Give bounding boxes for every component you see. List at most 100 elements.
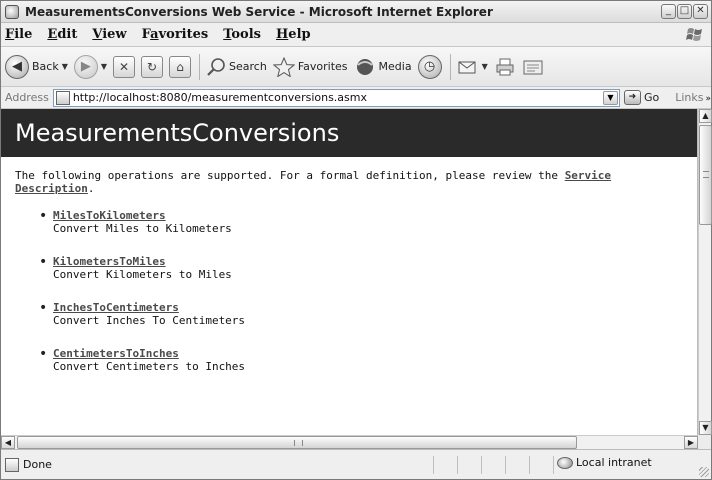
links-button[interactable]: Links» [675,91,711,104]
address-dropdown-button[interactable]: ▼ [602,90,618,105]
home-button[interactable]: ⌂ [169,55,192,78]
status-pane-divider [433,456,434,474]
search-button[interactable]: Search [206,57,267,77]
operation-link[interactable]: MilesToKilometers [53,209,697,222]
status-pane-divider [553,456,554,474]
media-button[interactable]: Media [354,57,412,77]
operation-link[interactable]: InchesToCentimeters [53,301,697,314]
menu-hotkey: H [276,27,289,42]
forward-button[interactable]: ▶ ▼ [73,54,107,79]
print-button[interactable] [494,57,516,77]
menu-bar: File Edit View Favorites Tools Help [1,23,711,47]
list-item: CentimetersToInches Convert Centimeters … [39,346,697,374]
status-pane-divider [481,456,482,474]
maximize-button[interactable]: □ [677,4,692,19]
stop-icon: ✕ [113,55,136,78]
menu-edit[interactable]: Edit [47,27,77,42]
history-button[interactable]: ◷ [417,54,442,79]
chevron-down-icon[interactable]: ▼ [62,62,68,71]
address-label: Address [5,91,49,104]
service-heading-bar: MeasurementsConversions [1,109,697,157]
back-button[interactable]: ◀ Back ▼ [5,54,68,79]
page-status-icon [5,457,19,472]
mail-button[interactable]: ▼ [457,57,488,77]
status-pane-divider [457,456,458,474]
scroll-left-button[interactable]: ◀ [1,436,15,449]
grip-icon [294,440,303,446]
menu-hotkey: a [150,27,159,42]
operations-list: MilesToKilometers Convert Miles to Kilom… [39,208,697,374]
operation-description: Convert Inches To Centimeters [53,314,246,327]
resize-grip-icon[interactable] [699,467,709,477]
operation-description: Convert Centimeters to Inches [53,360,246,373]
search-label: Search [229,60,267,73]
favorites-label: Favorites [297,60,348,73]
toolbar-separator [199,53,201,80]
window-controls: _ □ ✕ [661,4,708,19]
intro-text: The following operations are supported. … [15,169,565,182]
home-icon: ⌂ [169,55,192,78]
vertical-scroll-thumb[interactable] [699,125,712,225]
status-pane-divider [505,456,506,474]
intro-end: . [87,182,95,195]
scroll-right-button[interactable]: ▶ [684,436,698,449]
menu-label: elp [288,27,311,42]
menu-favorites[interactable]: Favorites [142,27,209,42]
menu-file[interactable]: File [5,27,32,42]
window-title: MeasurementsConversions Web Service - Mi… [25,4,493,19]
refresh-button[interactable]: ↻ [141,55,164,78]
close-button[interactable]: ✕ [693,4,708,19]
chevron-down-icon[interactable]: ▼ [101,62,107,71]
operation-description: Convert Miles to Kilometers [53,222,232,235]
menu-label: ile [14,27,33,42]
menu-tools[interactable]: Tools [223,27,261,42]
links-more-icon: » [705,94,711,104]
print-icon [496,58,514,75]
minimize-button[interactable]: _ [661,4,676,19]
windows-flag-icon [686,28,702,41]
scroll-down-button[interactable]: ▼ [699,421,712,435]
intro-paragraph: The following operations are supported. … [15,169,683,195]
operation-link[interactable]: CentimetersToInches [53,347,697,360]
page-icon [55,90,70,105]
intranet-zone-icon [557,456,573,469]
menu-view[interactable]: View [92,27,126,42]
security-zone: Local intranet [557,456,652,469]
address-url[interactable]: http://localhost:8080/measurementconvers… [73,91,367,104]
favorites-star-icon [272,56,295,77]
horizontal-scrollbar[interactable]: ◀ ▶ [1,435,698,449]
favorites-button[interactable]: Favorites [272,56,348,77]
scroll-up-button[interactable]: ▲ [699,109,712,123]
toolbar-separator [449,53,451,80]
stop-button[interactable]: ✕ [113,55,136,78]
search-icon [207,57,225,76]
chevron-down-icon[interactable]: ▼ [482,62,488,71]
scrollbar-corner [698,435,711,449]
forward-arrow-icon: ▶ [73,54,98,79]
back-arrow-icon: ◀ [5,54,29,79]
operation-link[interactable]: KilometersToMiles [53,255,697,268]
menu-hotkey: V [92,27,103,42]
address-input[interactable]: http://localhost:8080/measurementconvers… [52,88,620,107]
vertical-scrollbar[interactable]: ▲ ▼ [698,109,712,435]
operation-description: Convert Kilometers to Miles [53,268,232,281]
list-item: MilesToKilometers Convert Miles to Kilom… [39,208,697,236]
menu-label: iew [102,27,127,42]
history-icon: ◷ [417,54,442,79]
zone-label: Local intranet [576,456,652,469]
menu-hotkey: E [47,27,58,42]
horizontal-scroll-thumb[interactable] [17,436,577,449]
list-item: KilometersToMiles Convert Kilometers to … [39,254,697,282]
menu-label: dit [57,27,78,42]
menu-label-prefix: F [141,27,151,42]
media-icon [356,58,373,75]
page-content: MeasurementsConversions The following op… [1,109,698,435]
standard-toolbar: ◀ Back ▼ ▶ ▼ ✕ ↻ ⌂ Search Favorites Medi… [1,47,711,87]
go-button[interactable]: ➜ Go [623,90,659,105]
title-bar: MeasurementsConversions Web Service - Mi… [1,1,711,23]
menu-help[interactable]: Help [276,27,311,42]
edit-icon [523,60,543,74]
go-arrow-icon: ➜ [623,90,641,105]
ie-page-icon [5,4,19,19]
edit-button[interactable] [522,57,544,77]
